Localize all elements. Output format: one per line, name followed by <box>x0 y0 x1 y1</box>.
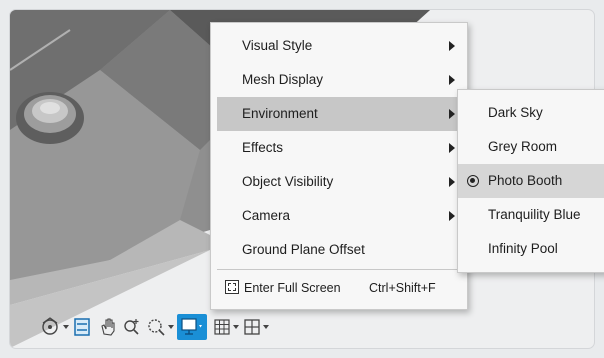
chevron-down-icon[interactable] <box>263 325 269 329</box>
viewports-icon <box>244 319 260 335</box>
full-screen-label: Enter Full Screen <box>244 281 341 295</box>
menu-item-label: Ground Plane Offset <box>242 242 365 257</box>
orbit-button[interactable] <box>40 314 62 340</box>
chevron-down-icon[interactable] <box>168 325 174 329</box>
submenu-item-label: Grey Room <box>488 139 558 154</box>
submenu-item-dark-sky[interactable]: Dark Sky <box>458 96 604 130</box>
menu-item-label: Visual Style <box>242 38 313 53</box>
menu-item-visual-style[interactable]: Visual Style <box>217 29 465 63</box>
viewport-context-menu: Visual Style Mesh Display Environment Ef… <box>210 22 468 310</box>
chevron-down-icon[interactable] <box>63 325 69 329</box>
menu-item-enter-full-screen[interactable]: Enter Full Screen Ctrl+Shift+F <box>217 273 465 303</box>
menu-item-label: Environment <box>242 106 318 121</box>
menu-item-ground-plane-offset[interactable]: Ground Plane Offset <box>217 233 465 267</box>
menu-item-object-visibility[interactable]: Object Visibility <box>217 165 465 199</box>
pan-icon <box>101 318 115 336</box>
submenu-item-tranquility-blue[interactable]: Tranquility Blue <box>458 198 604 232</box>
orbit-icon <box>42 317 58 335</box>
zoom-icon <box>124 319 139 335</box>
pan-button[interactable] <box>98 314 118 340</box>
submenu-item-grey-room[interactable]: Grey Room <box>458 130 604 164</box>
submenu-arrow-icon <box>449 143 455 153</box>
fit-button[interactable] <box>146 314 168 340</box>
submenu-item-label: Infinity Pool <box>488 241 558 256</box>
grid-button[interactable] <box>212 314 232 340</box>
submenu-arrow-icon <box>449 41 455 51</box>
menu-item-label: Camera <box>242 208 291 223</box>
submenu-arrow-icon <box>449 211 455 221</box>
menu-item-label: Object Visibility <box>242 174 334 189</box>
submenu-item-photo-booth[interactable]: Photo Booth <box>458 164 604 198</box>
radio-selected-icon <box>467 175 479 187</box>
full-screen-icon <box>225 280 239 294</box>
submenu-item-label: Tranquility Blue <box>488 207 581 222</box>
look-at-icon <box>74 318 90 336</box>
submenu-item-label: Dark Sky <box>488 105 543 120</box>
look-at-button[interactable] <box>72 314 92 340</box>
menu-item-mesh-display[interactable]: Mesh Display <box>217 63 465 97</box>
menu-item-camera[interactable]: Camera <box>217 199 465 233</box>
menu-item-environment[interactable]: Environment <box>217 97 465 131</box>
environment-submenu: Dark Sky Grey Room Photo Booth Tranquili… <box>457 89 604 273</box>
zoom-button[interactable] <box>122 314 142 340</box>
grid-icon <box>214 319 230 335</box>
submenu-item-label: Photo Booth <box>488 173 563 188</box>
menu-item-label: Mesh Display <box>242 72 324 87</box>
viewports-button[interactable] <box>242 314 262 340</box>
full-screen-shortcut: Ctrl+Shift+F <box>369 281 436 295</box>
submenu-arrow-icon <box>449 75 455 85</box>
chevron-down-icon[interactable] <box>233 325 239 329</box>
display-settings-button[interactable] <box>177 314 207 340</box>
navigation-toolbar <box>40 314 330 342</box>
submenu-item-infinity-pool[interactable]: Infinity Pool <box>458 232 604 266</box>
submenu-arrow-icon <box>449 109 455 119</box>
app-frame: Visual Style Mesh Display Environment Ef… <box>0 0 604 358</box>
menu-item-effects[interactable]: Effects <box>217 131 465 165</box>
display-settings-icon <box>181 318 202 335</box>
menu-item-label: Effects <box>242 140 284 155</box>
submenu-arrow-icon <box>449 177 455 187</box>
menu-separator <box>217 269 465 270</box>
fit-icon <box>148 319 165 336</box>
